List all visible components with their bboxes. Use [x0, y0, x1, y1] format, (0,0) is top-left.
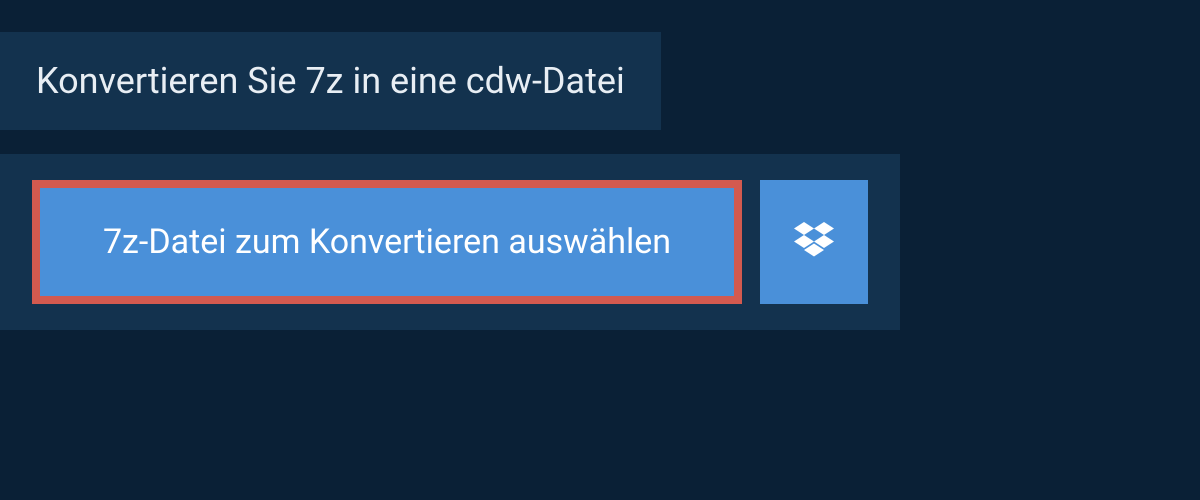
button-panel: 7z-Datei zum Konvertieren auswählen: [0, 154, 900, 330]
header-bar: Konvertieren Sie 7z in eine cdw-Datei: [0, 32, 661, 130]
dropbox-button[interactable]: [760, 180, 868, 304]
dropbox-icon: [794, 222, 834, 262]
select-file-label: 7z-Datei zum Konvertieren auswählen: [103, 222, 671, 262]
page-title: Konvertieren Sie 7z in eine cdw-Datei: [36, 60, 625, 102]
select-file-button[interactable]: 7z-Datei zum Konvertieren auswählen: [32, 180, 742, 304]
